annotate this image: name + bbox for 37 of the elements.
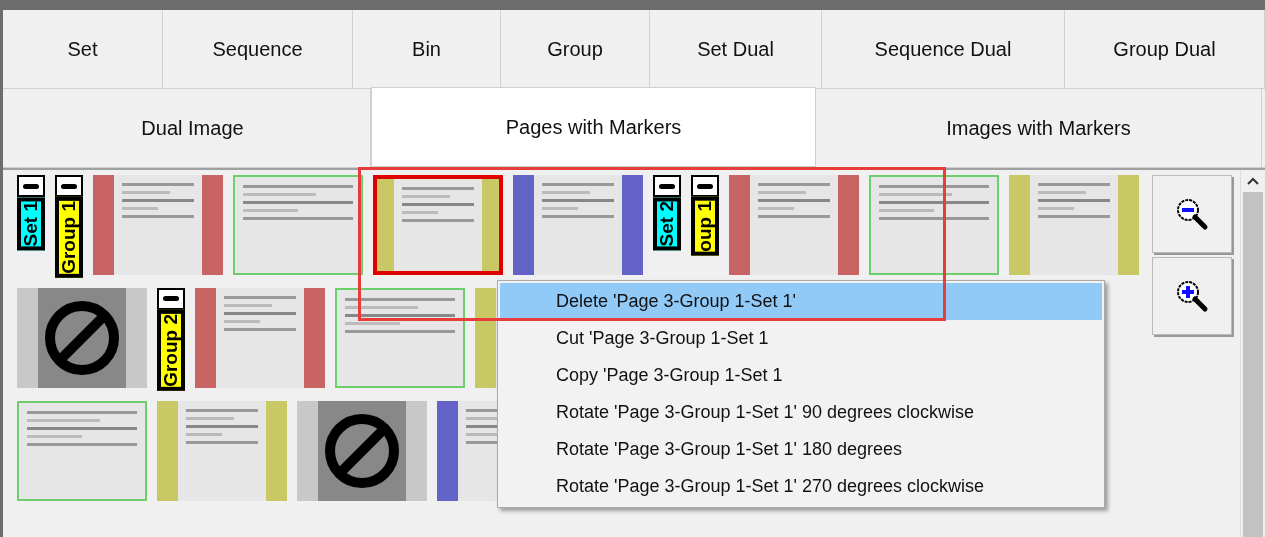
marker-handle-icon bbox=[17, 175, 45, 197]
blank-page-thumbnail[interactable] bbox=[17, 287, 147, 388]
page-thumbnail[interactable] bbox=[17, 400, 147, 501]
menu-item[interactable]: Copy 'Page 3-Group 1-Set 1 bbox=[500, 357, 1102, 394]
page-thumbnail[interactable] bbox=[869, 175, 999, 275]
menu-item[interactable]: Rotate 'Page 3-Group 1-Set 1' 180 degrees bbox=[500, 431, 1102, 468]
page-thumbnail[interactable] bbox=[195, 287, 325, 388]
prohibited-icon bbox=[44, 299, 120, 376]
menu-item[interactable]: Rotate 'Page 3-Group 1-Set 1' 90 degrees clockwise bbox=[500, 394, 1102, 431]
menu-item[interactable]: Cut 'Page 3-Group 1-Set 1 bbox=[500, 320, 1102, 357]
zoom-in-icon bbox=[1174, 278, 1210, 314]
page-thumbnail[interactable] bbox=[513, 175, 643, 275]
page-thumbnail[interactable] bbox=[335, 287, 465, 388]
prohibited-icon bbox=[324, 412, 400, 489]
marker-handle-icon bbox=[157, 287, 185, 310]
marker-handle-icon bbox=[653, 175, 681, 197]
page-thumbnail[interactable] bbox=[93, 175, 223, 275]
blank-page-thumbnail[interactable] bbox=[297, 400, 427, 501]
page-thumbnail[interactable] bbox=[233, 175, 363, 275]
vertical-scrollbar[interactable] bbox=[1240, 170, 1265, 537]
page-thumbnail[interactable] bbox=[729, 175, 859, 275]
page-thumbnail[interactable] bbox=[1009, 175, 1139, 275]
menu-item[interactable]: Delete 'Page 3-Group 1-Set 1' bbox=[500, 283, 1102, 320]
page-thumbnail[interactable] bbox=[373, 175, 503, 275]
marker-tag: oup 1 bbox=[691, 197, 719, 256]
marker-tag: Group 2 bbox=[157, 309, 185, 391]
marker-tag: Group 1 bbox=[55, 197, 83, 278]
zoom-out-icon bbox=[1174, 196, 1210, 232]
zoom-in-button[interactable] bbox=[1152, 257, 1232, 335]
marker-tag: Set 1 bbox=[17, 197, 45, 251]
menu-item[interactable]: Rotate 'Page 3-Group 1-Set 1' 270 degrees clockwise bbox=[500, 468, 1102, 505]
marker-handle-icon bbox=[55, 175, 83, 197]
zoom-out-button[interactable] bbox=[1152, 175, 1232, 253]
marker-handle-icon bbox=[691, 175, 719, 197]
page-thumbnail[interactable] bbox=[157, 400, 287, 501]
marker-tag: Set 2 bbox=[653, 197, 681, 251]
tab[interactable]: Pages with Markers bbox=[371, 87, 816, 167]
